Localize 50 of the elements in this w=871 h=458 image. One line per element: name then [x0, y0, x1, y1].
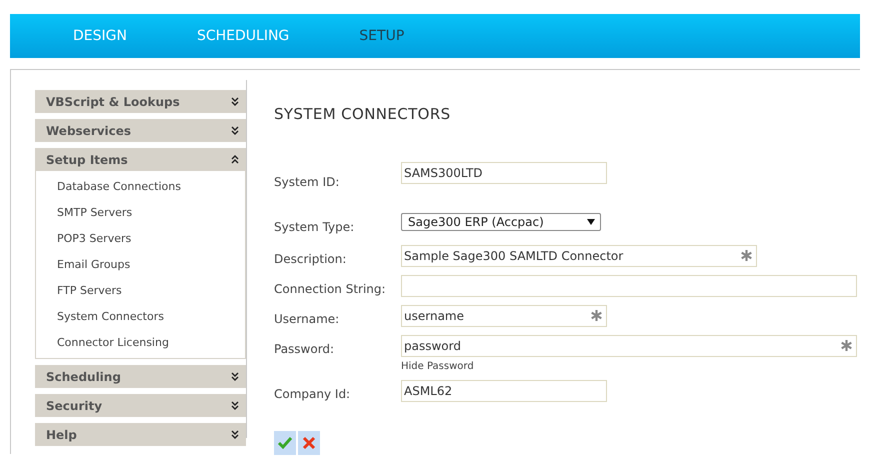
input-field[interactable]: [401, 274, 857, 296]
field-label: System ID:: [274, 174, 340, 190]
submenu-link[interactable]: Database Connections: [57, 174, 181, 200]
input-field[interactable]: username: [401, 304, 607, 326]
accordion-header[interactable]: Webservices: [35, 119, 246, 142]
section-label: Security: [46, 398, 102, 414]
field-label: Description:: [274, 250, 348, 268]
field-label: Password:: [274, 340, 336, 358]
asterisk-icon: [591, 310, 602, 321]
field-label: Username:: [274, 310, 340, 328]
input-field[interactable]: password: [401, 334, 857, 356]
accordion-header[interactable]: Security: [35, 394, 246, 417]
submenu-link[interactable]: System Connectors: [57, 304, 164, 330]
input-field[interactable]: ASML62: [401, 380, 607, 402]
submenu-link[interactable]: Email Groups: [57, 252, 130, 278]
submenu-link[interactable]: POP3 Servers: [57, 226, 132, 252]
section-label: Webservices: [46, 122, 132, 140]
submenu-link[interactable]: SMTP Servers: [57, 200, 132, 226]
section-label: Help: [46, 426, 77, 444]
accordion-header[interactable]: Help: [35, 423, 246, 446]
section-label: VBScript & Lookups: [46, 94, 180, 110]
accordion-header[interactable]: VBScript & Lookups: [35, 90, 246, 113]
submenu-link[interactable]: FTP Servers: [57, 278, 122, 304]
chevron-down-icon: [231, 126, 239, 135]
dropdown-arrow-icon: [587, 218, 595, 224]
chevron-down-icon: [231, 97, 239, 106]
field-label: Company Id:: [274, 386, 352, 402]
field-label: System Type:: [274, 218, 356, 236]
chevron-down-icon: [231, 430, 239, 439]
save-button[interactable]: [274, 430, 296, 454]
asterisk-icon: [741, 250, 752, 261]
input-field[interactable]: SAMS300LTD: [401, 162, 607, 184]
hide-password-link[interactable]: Hide Password: [401, 358, 474, 374]
chevron-down-icon: [231, 372, 239, 381]
section-label: Setup Items: [46, 152, 128, 168]
cancel-button[interactable]: [298, 430, 320, 454]
section-label: Scheduling: [46, 368, 121, 386]
nav-tab[interactable]: SETUP: [359, 26, 404, 46]
check-icon: [277, 436, 293, 450]
accordion-header[interactable]: Scheduling: [35, 365, 246, 388]
submenu-link[interactable]: Connector Licensing: [57, 330, 169, 356]
accordion-header[interactable]: Setup Items: [35, 148, 246, 171]
close-icon: [302, 436, 316, 450]
chevron-up-icon: [231, 155, 239, 164]
asterisk-icon: [841, 340, 852, 351]
field-label: Connection String:: [274, 280, 387, 298]
page-title: SYSTEM CONNECTORS: [274, 104, 452, 125]
chevron-down-icon: [231, 401, 239, 410]
input-field[interactable]: Sample Sage300 SAMLTD Connector: [401, 244, 757, 266]
dropdown[interactable]: Sage300 ERP (Accpac): [401, 212, 601, 230]
